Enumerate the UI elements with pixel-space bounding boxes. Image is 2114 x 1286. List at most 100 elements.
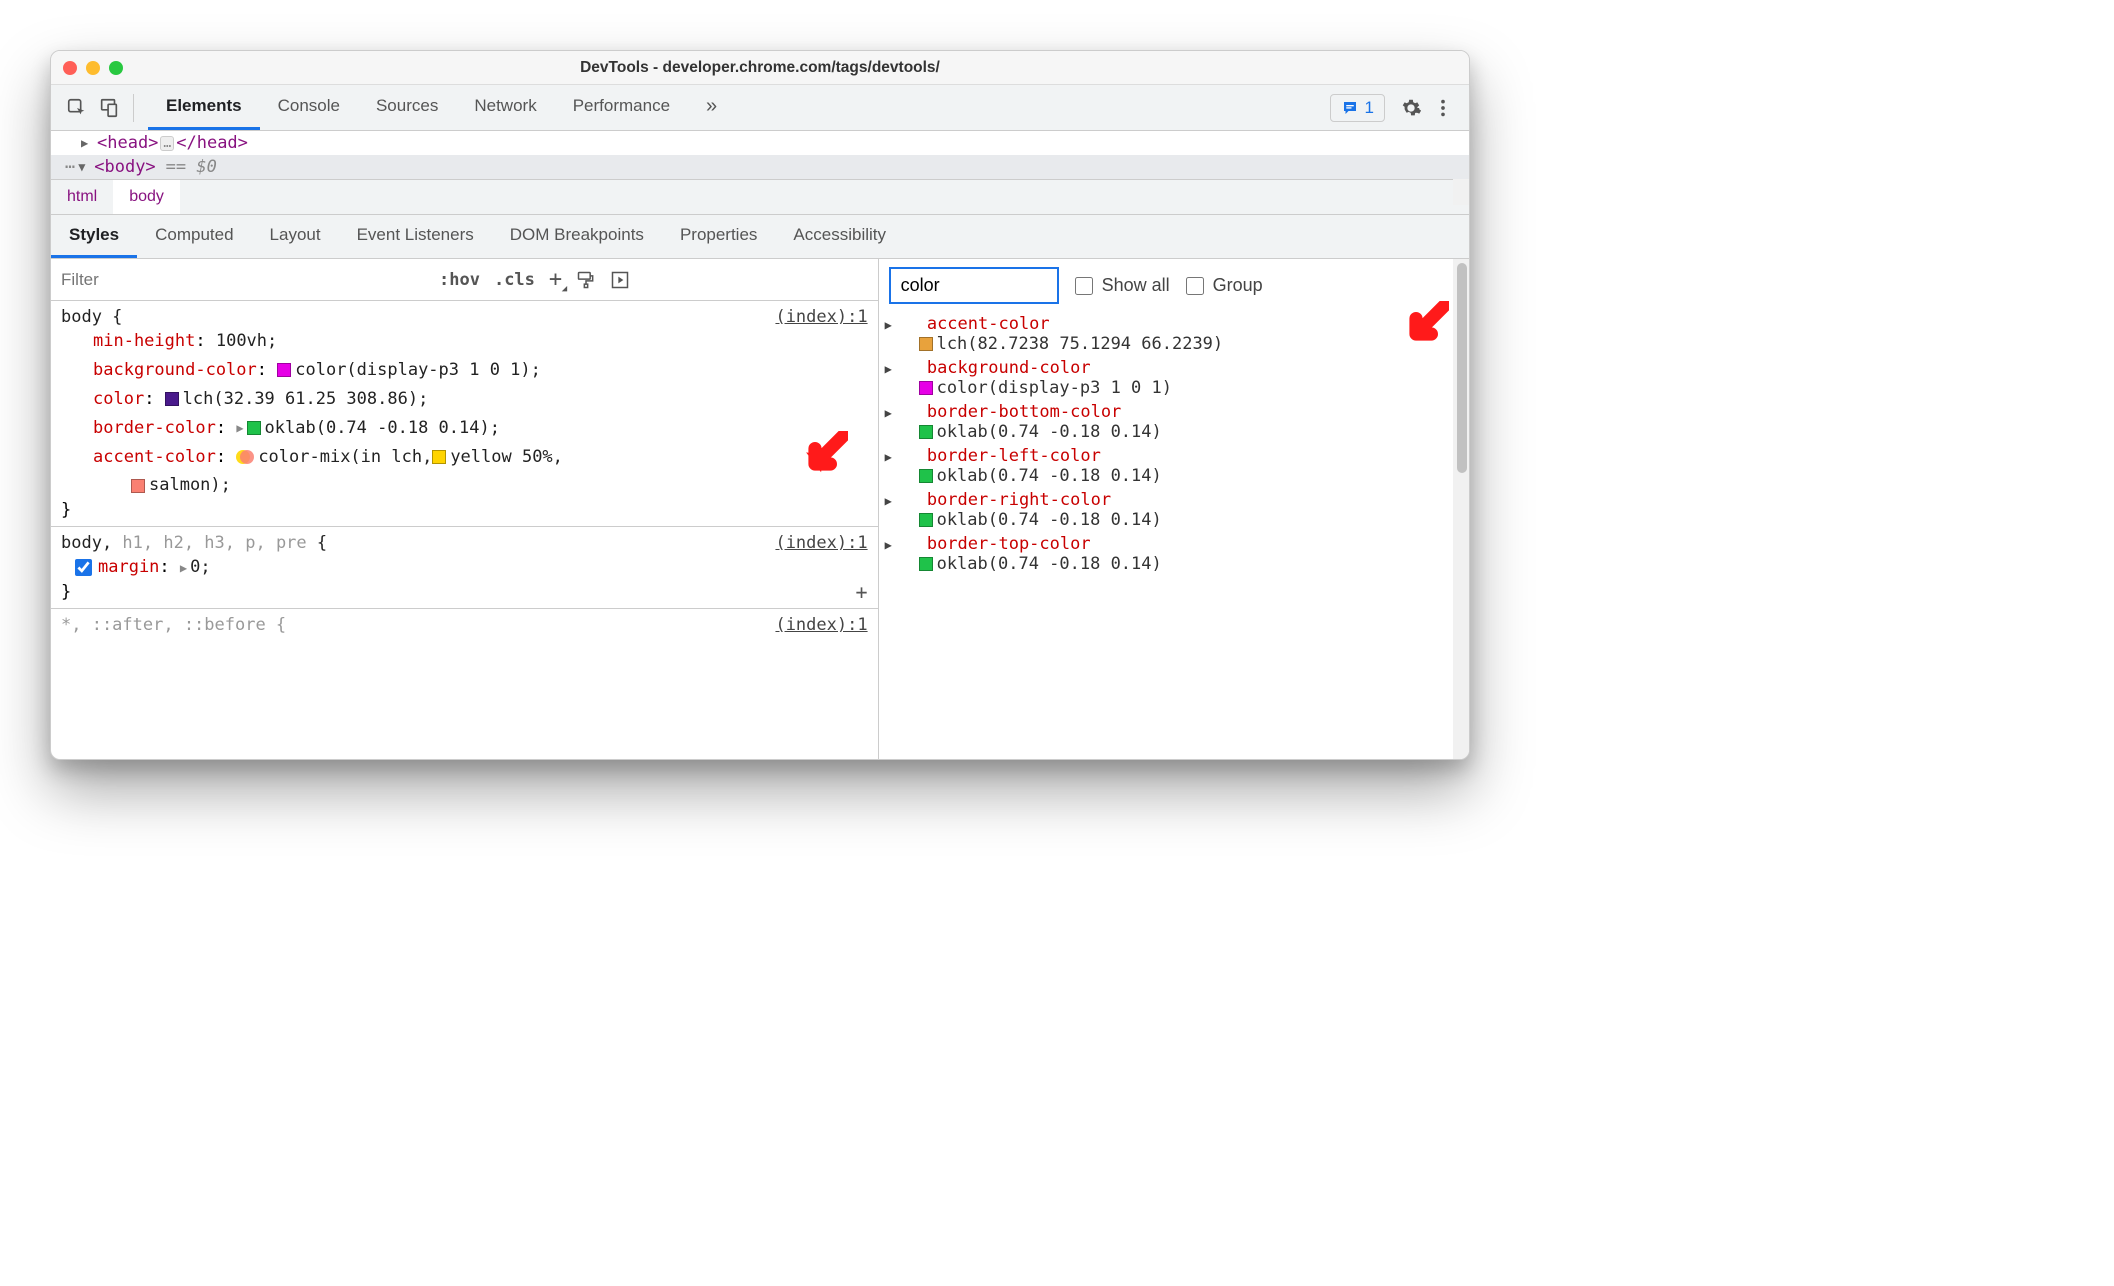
styles-rules[interactable]: (index):1 body { min-height: 100vh; back… bbox=[51, 301, 878, 759]
tab-console[interactable]: Console bbox=[260, 85, 358, 130]
color-swatch[interactable] bbox=[919, 337, 933, 351]
add-prop-button[interactable]: + bbox=[856, 580, 868, 604]
crumb-html[interactable]: html bbox=[51, 180, 113, 214]
computed-list[interactable]: ▶ accent-color lch(82.7238 75.1294 66.22… bbox=[879, 312, 1469, 759]
prop-enable-checkbox[interactable] bbox=[75, 559, 92, 576]
tabs-overflow[interactable]: » bbox=[688, 85, 735, 130]
issues-button[interactable]: 1 bbox=[1330, 94, 1385, 122]
styles-pane: :hov .cls +◢ (index):1 body { bbox=[51, 259, 879, 759]
expand-icon[interactable]: ▶ bbox=[81, 136, 95, 150]
computed-pane: Show all Group ▶ accent-color lch(82.723… bbox=[879, 259, 1469, 759]
selector[interactable]: body, h1, h2, h3, p, pre { bbox=[61, 533, 868, 553]
css-prop[interactable]: background-color: color(display-p3 1 0 1… bbox=[61, 356, 868, 385]
expand-icon[interactable]: ▶ bbox=[885, 538, 899, 552]
computed-property[interactable]: ▶ background-color color(display-p3 1 0 … bbox=[885, 356, 1463, 400]
subtab-properties[interactable]: Properties bbox=[662, 215, 775, 258]
color-swatch[interactable] bbox=[919, 513, 933, 527]
dom-node-head[interactable]: ▶ <head> … </head> bbox=[51, 131, 1469, 155]
rule-body[interactable]: (index):1 body { min-height: 100vh; back… bbox=[51, 301, 878, 527]
color-swatch[interactable] bbox=[919, 381, 933, 395]
issues-count: 1 bbox=[1365, 98, 1374, 118]
main-tabs: Elements Console Sources Network Perform… bbox=[148, 85, 735, 130]
breadcrumb: html body bbox=[51, 179, 1469, 215]
collapse-icon[interactable]: ▼ bbox=[78, 160, 92, 174]
kebab-menu-icon[interactable] bbox=[1427, 92, 1459, 124]
computed-scrollbar[interactable] bbox=[1453, 259, 1469, 759]
computed-property[interactable]: ▶ accent-color lch(82.7238 75.1294 66.22… bbox=[885, 312, 1463, 356]
settings-icon[interactable] bbox=[1395, 92, 1427, 124]
computed-property[interactable]: ▶ border-top-color oklab(0.74 -0.18 0.14… bbox=[885, 532, 1463, 576]
color-swatch[interactable] bbox=[919, 425, 933, 439]
main-toolbar: Elements Console Sources Network Perform… bbox=[51, 85, 1469, 131]
color-swatch[interactable] bbox=[247, 421, 261, 435]
expand-icon[interactable]: ▶ bbox=[885, 406, 899, 420]
new-rule-button[interactable]: +◢ bbox=[549, 267, 562, 292]
rule-universal[interactable]: (index):1 *, ::after, ::before { bbox=[51, 609, 878, 641]
source-link[interactable]: (index):1 bbox=[775, 615, 867, 635]
css-prop[interactable]: margin: ▶ 0; bbox=[61, 553, 868, 582]
styles-filter-input[interactable] bbox=[59, 259, 439, 300]
inspect-element-icon[interactable] bbox=[61, 92, 93, 124]
rule-body-h1-etc[interactable]: (index):1 body, h1, h2, h3, p, pre { mar… bbox=[51, 527, 878, 609]
minimize-window-button[interactable] bbox=[86, 61, 100, 75]
paint-icon[interactable] bbox=[576, 270, 596, 290]
cls-button[interactable]: .cls bbox=[494, 270, 535, 290]
tab-network[interactable]: Network bbox=[456, 85, 554, 130]
group-input[interactable] bbox=[1186, 277, 1204, 295]
subtab-styles[interactable]: Styles bbox=[51, 215, 137, 258]
computed-property[interactable]: ▶ border-bottom-color oklab(0.74 -0.18 0… bbox=[885, 400, 1463, 444]
subtab-computed[interactable]: Computed bbox=[137, 215, 251, 258]
computed-filter-row: Show all Group bbox=[879, 259, 1469, 312]
group-checkbox[interactable]: Group bbox=[1182, 274, 1263, 298]
ellipsis-icon[interactable]: … bbox=[160, 136, 174, 151]
show-all-checkbox[interactable]: Show all bbox=[1071, 274, 1170, 298]
device-toolbar-icon[interactable] bbox=[93, 92, 125, 124]
dom-node-body[interactable]: ⋯ ▼ <body> == $0 bbox=[51, 155, 1469, 179]
color-mix-swatch[interactable] bbox=[236, 448, 254, 466]
hov-button[interactable]: :hov bbox=[439, 270, 480, 290]
subtab-accessibility[interactable]: Accessibility bbox=[775, 215, 904, 258]
color-swatch[interactable] bbox=[277, 363, 291, 377]
tab-sources[interactable]: Sources bbox=[358, 85, 456, 130]
source-link[interactable]: (index):1 bbox=[775, 307, 867, 327]
devtools-window: DevTools - developer.chrome.com/tags/dev… bbox=[50, 50, 1470, 760]
selector[interactable]: *, ::after, ::before { bbox=[61, 615, 868, 635]
computed-toggle-icon[interactable] bbox=[610, 270, 630, 290]
subtab-layout[interactable]: Layout bbox=[252, 215, 339, 258]
computed-property[interactable]: ▶ border-left-color oklab(0.74 -0.18 0.1… bbox=[885, 444, 1463, 488]
tab-elements[interactable]: Elements bbox=[148, 85, 260, 130]
crumb-body[interactable]: body bbox=[113, 180, 180, 214]
color-swatch[interactable] bbox=[165, 392, 179, 406]
expand-shorthand-icon[interactable]: ▶ bbox=[180, 558, 187, 578]
more-dots: ⋯ bbox=[65, 157, 76, 177]
source-link[interactable]: (index):1 bbox=[775, 533, 867, 553]
css-prop[interactable]: border-color: ▶ oklab(0.74 -0.18 0.14); bbox=[61, 414, 868, 443]
css-prop[interactable]: accent-color: color-mix(in lch, yellow 5… bbox=[61, 443, 868, 472]
computed-property[interactable]: ▶ border-right-color oklab(0.74 -0.18 0.… bbox=[885, 488, 1463, 532]
subtab-event-listeners[interactable]: Event Listeners bbox=[339, 215, 492, 258]
color-swatch[interactable] bbox=[919, 469, 933, 483]
show-all-input[interactable] bbox=[1075, 277, 1093, 295]
dom-tree[interactable]: ▶ <head> … </head> ⋯ ▼ <body> == $0 bbox=[51, 131, 1469, 179]
styles-subtabs: Styles Computed Layout Event Listeners D… bbox=[51, 215, 1469, 259]
divider bbox=[133, 94, 134, 122]
expand-icon[interactable]: ▶ bbox=[885, 494, 899, 508]
color-swatch[interactable] bbox=[131, 479, 145, 493]
expand-icon[interactable]: ▶ bbox=[885, 450, 899, 464]
chat-icon bbox=[1341, 99, 1359, 117]
color-swatch[interactable] bbox=[432, 450, 446, 464]
subtab-dom-breakpoints[interactable]: DOM Breakpoints bbox=[492, 215, 662, 258]
expand-icon[interactable]: ▶ bbox=[885, 362, 899, 376]
css-prop-cont[interactable]: salmon); bbox=[61, 471, 868, 500]
selector[interactable]: body { bbox=[61, 307, 868, 327]
close-window-button[interactable] bbox=[63, 61, 77, 75]
expand-icon[interactable]: ▶ bbox=[885, 318, 899, 332]
expand-shorthand-icon[interactable]: ▶ bbox=[236, 418, 243, 438]
css-prop[interactable]: color: lch(32.39 61.25 308.86); bbox=[61, 385, 868, 414]
css-prop[interactable]: min-height: 100vh; bbox=[61, 327, 868, 356]
computed-filter-input[interactable] bbox=[889, 267, 1059, 304]
tab-performance[interactable]: Performance bbox=[555, 85, 688, 130]
zoom-window-button[interactable] bbox=[109, 61, 123, 75]
traffic-lights bbox=[63, 61, 123, 75]
color-swatch[interactable] bbox=[919, 557, 933, 571]
